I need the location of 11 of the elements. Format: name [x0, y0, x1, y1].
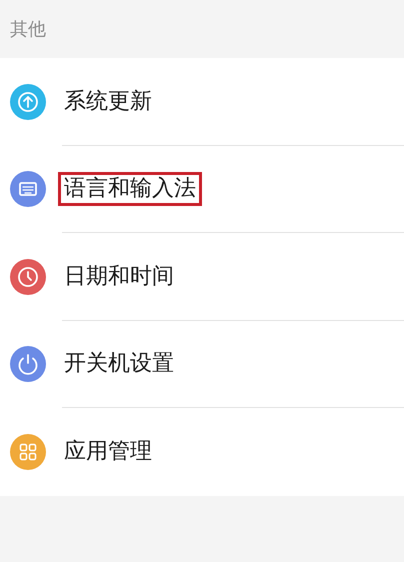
item-label: 系统更新 — [64, 88, 152, 116]
settings-item[interactable]: 语言和输入法 — [0, 146, 404, 233]
item-label: 应用管理 — [64, 438, 152, 466]
settings-item[interactable]: 系统更新 — [0, 58, 404, 146]
section-header: 其他 — [10, 18, 46, 42]
item-label: 开关机设置 — [64, 350, 174, 378]
settings-item[interactable]: 应用管理 — [0, 408, 404, 496]
settings-item[interactable]: 日期和时间 — [0, 233, 404, 320]
settings-item[interactable]: 开关机设置 — [0, 320, 404, 408]
item-label: 语言和输入法 — [58, 172, 202, 206]
item-label: 日期和时间 — [64, 262, 174, 291]
